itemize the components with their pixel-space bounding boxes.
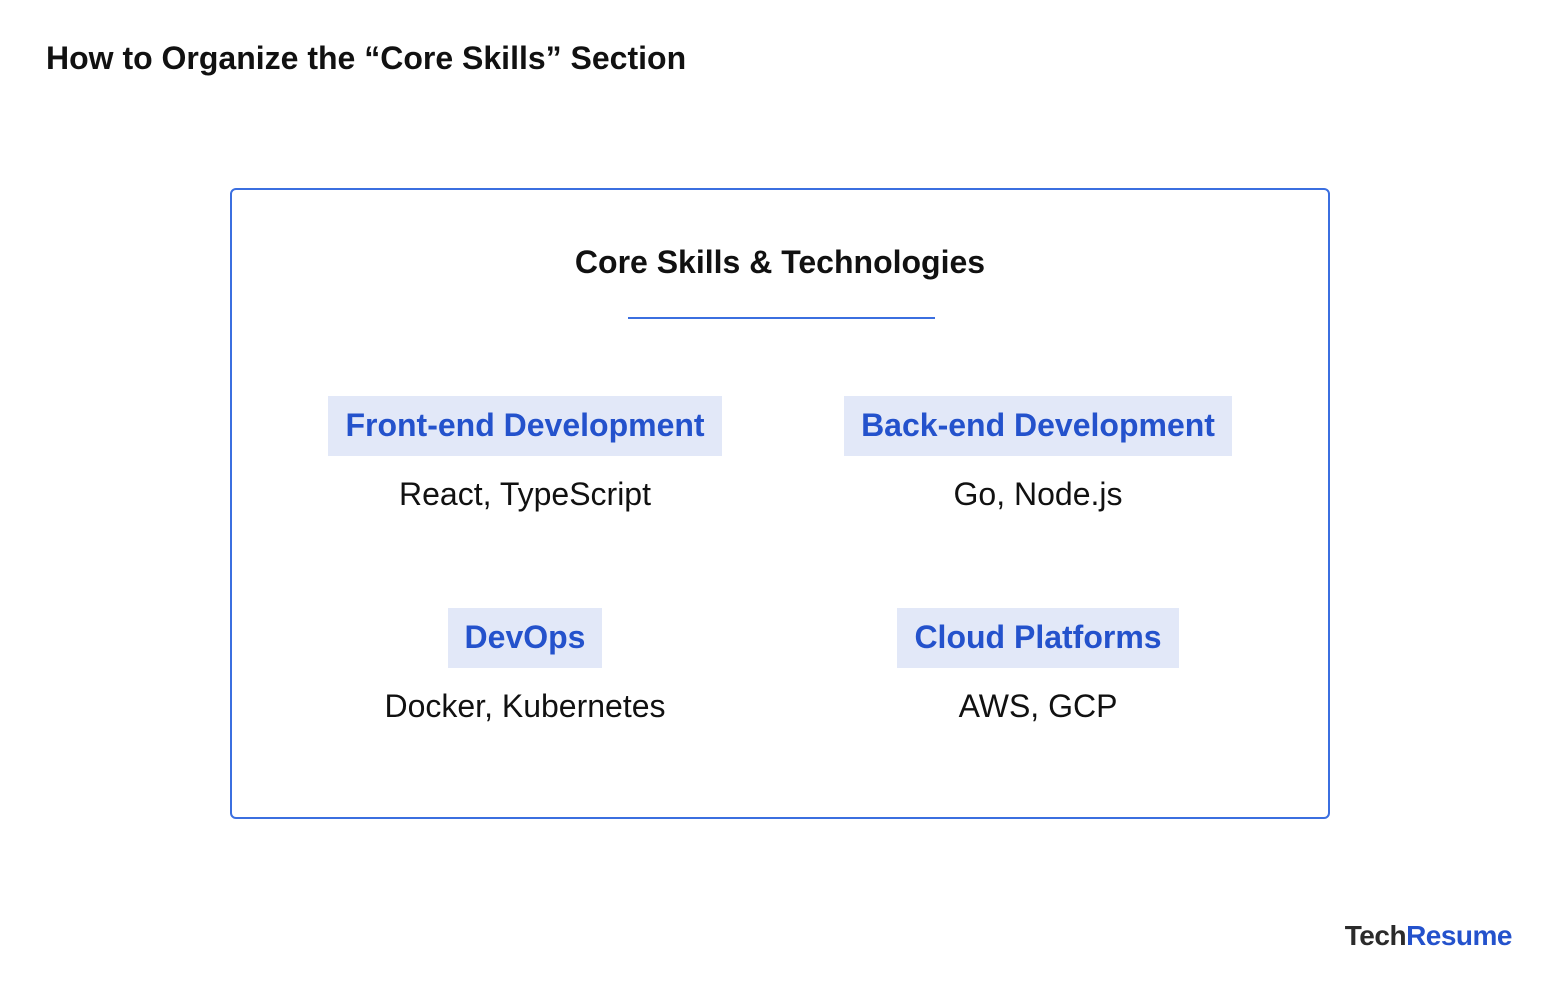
category-devops: DevOps Docker, Kubernetes: [265, 608, 785, 725]
brand-logo-tech: Tech: [1344, 920, 1407, 951]
brand-logo-resume: Resume: [1406, 920, 1512, 951]
card-title: Core Skills & Technologies: [574, 244, 986, 280]
category-label-backend: Back-end Development: [844, 396, 1232, 456]
category-label-devops: DevOps: [447, 608, 603, 668]
category-label-cloud: Cloud Platforms: [897, 608, 1179, 668]
category-items-frontend: React, TypeScript: [399, 476, 651, 512]
category-label-frontend: Front-end Development: [328, 396, 722, 456]
category-cloud: Cloud Platforms AWS, GCP: [778, 608, 1298, 725]
page-title: How to Organize the “Core Skills” Sectio…: [46, 40, 687, 76]
category-items-cloud: AWS, GCP: [958, 688, 1118, 724]
title-divider: [628, 317, 935, 319]
category-items-devops: Docker, Kubernetes: [384, 688, 666, 724]
brand-logo: TechResume: [1344, 920, 1513, 952]
category-items-backend: Go, Node.js: [953, 476, 1123, 512]
category-backend: Back-end Development Go, Node.js: [778, 396, 1298, 513]
core-skills-card: Core Skills & Technologies Front-end Dev…: [230, 188, 1330, 819]
category-frontend: Front-end Development React, TypeScript: [265, 396, 785, 513]
